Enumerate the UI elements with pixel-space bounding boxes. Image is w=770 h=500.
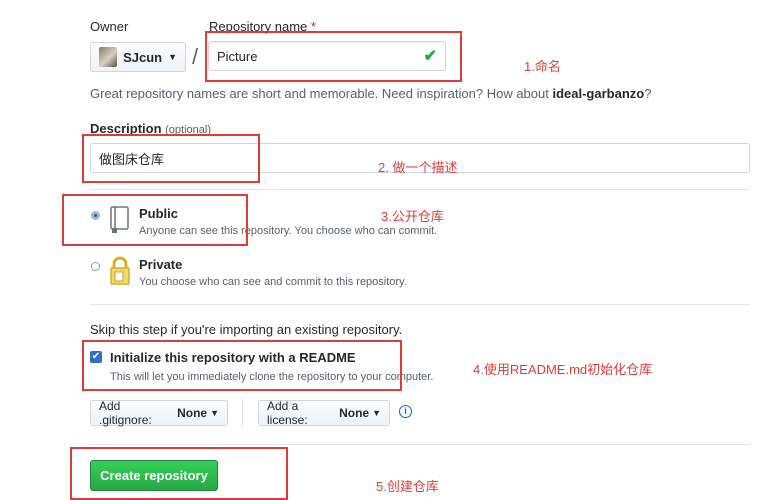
annotation-box xyxy=(82,134,260,183)
annotation-box xyxy=(62,194,248,246)
hint-text: Great repository names are short and mem… xyxy=(90,86,553,101)
divider xyxy=(90,444,750,445)
gitignore-label: Add .gitignore: xyxy=(99,399,152,427)
avatar xyxy=(99,47,118,67)
annotation-label: 4.使用README.md初始化仓库 xyxy=(473,362,653,377)
divider xyxy=(242,398,243,428)
annotation-label: 2. 做一个描述 xyxy=(378,160,458,175)
owner-label: Owner xyxy=(90,19,129,34)
chevron-down-icon: ▼ xyxy=(372,408,381,418)
license-label: Add a license: xyxy=(267,399,308,427)
annotation-label: 5.创建仓库 xyxy=(376,479,439,494)
owner-name: SJcun xyxy=(123,49,163,65)
name-suggestion[interactable]: ideal-garbanzo xyxy=(552,86,644,101)
private-desc: You choose who can see and commit to thi… xyxy=(139,276,407,288)
annotation-label: 1.命名 xyxy=(524,59,561,74)
gitignore-select[interactable]: Add .gitignore: None ▼ xyxy=(90,399,228,427)
chevron-down-icon: ▼ xyxy=(168,52,177,62)
private-title: Private xyxy=(139,257,183,272)
annotation-label: 3.公开仓库 xyxy=(381,209,444,224)
private-radio[interactable] xyxy=(91,262,100,271)
skip-text: Skip this step if you're importing an ex… xyxy=(90,322,403,337)
gitignore-value: None xyxy=(177,406,208,420)
lock-icon xyxy=(109,256,131,285)
license-value: None xyxy=(339,406,370,420)
chevron-down-icon: ▼ xyxy=(210,408,219,418)
owner-repo-separator: / xyxy=(192,44,199,69)
info-icon[interactable]: i xyxy=(399,405,412,418)
repo-name-hint: Great repository names are short and mem… xyxy=(90,86,651,101)
hint-end: ? xyxy=(644,86,652,101)
divider xyxy=(90,189,750,190)
annotation-box xyxy=(82,340,402,391)
divider xyxy=(90,304,750,305)
annotation-box xyxy=(70,447,288,500)
owner-select-button[interactable]: SJcun ▼ xyxy=(90,42,186,72)
annotation-box xyxy=(205,31,462,82)
license-select[interactable]: Add a license: None ▼ xyxy=(258,399,390,427)
